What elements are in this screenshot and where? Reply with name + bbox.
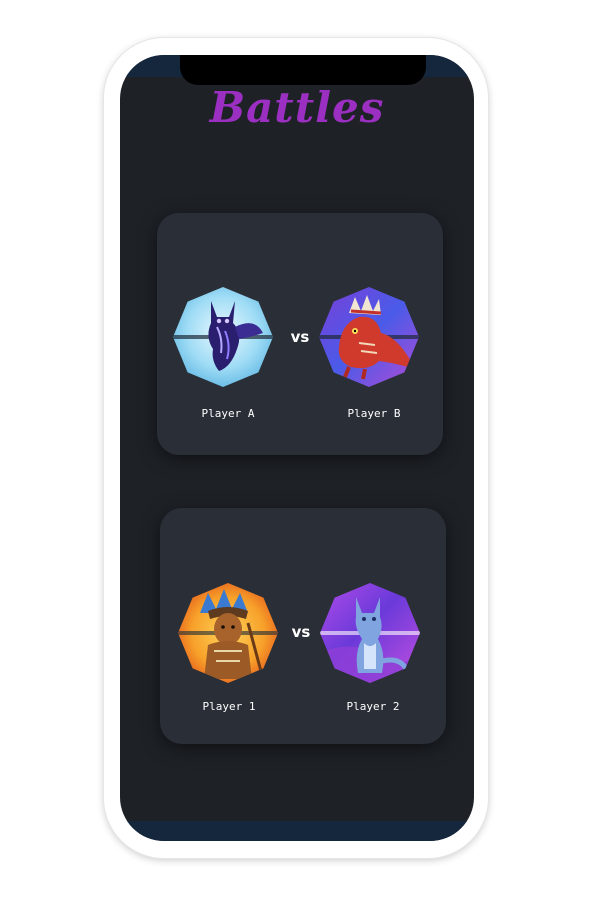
screen-bottom-edge bbox=[120, 821, 474, 841]
player-name-label: Player 1 bbox=[202, 700, 256, 713]
page-title: Battles bbox=[209, 83, 385, 132]
tribal-warrior-icon[interactable] bbox=[178, 583, 278, 683]
battle-card[interactable]: vs Player 1 Player 2 bbox=[160, 508, 446, 744]
blue-wolf-icon[interactable] bbox=[320, 583, 420, 683]
vs-label: vs bbox=[291, 623, 311, 641]
player-name-label: Player 2 bbox=[346, 700, 400, 713]
player-name-label: Player A bbox=[201, 407, 255, 420]
player-name-label: Player B bbox=[347, 407, 401, 420]
shadow-cat-creature-icon[interactable] bbox=[173, 287, 273, 387]
phone-notch bbox=[180, 55, 426, 85]
battle-card[interactable]: vs Player A Player B bbox=[157, 213, 443, 455]
red-dragon-headdress-icon[interactable] bbox=[319, 287, 419, 387]
vs-label: vs bbox=[290, 328, 310, 346]
app-screen: Battles vs Player A Player B vs Player 1… bbox=[120, 55, 474, 841]
